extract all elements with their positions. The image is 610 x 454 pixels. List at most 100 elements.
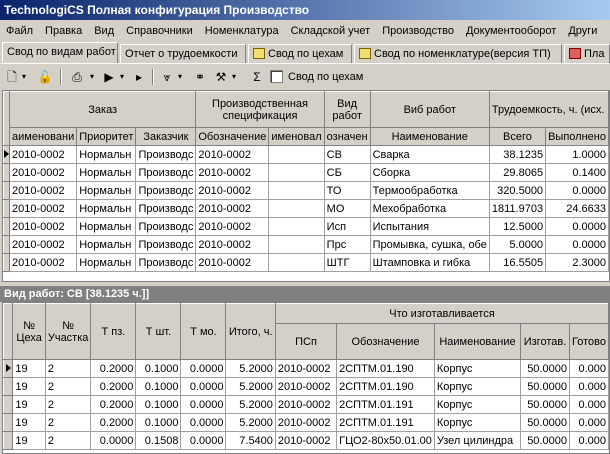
menu-warehouse[interactable]: Складской учет (285, 20, 377, 42)
open-icon[interactable]: 🔓 (34, 68, 56, 86)
table-cell[interactable] (268, 145, 325, 164)
table-cell[interactable]: Прс (323, 235, 371, 254)
menu-edit[interactable]: Правка (39, 20, 88, 42)
table-row[interactable]: 2010-0002 Нормальн Производс 2010-0002 МО Мех… (3, 199, 609, 218)
binoculars-icon[interactable]: ⚭ (190, 68, 210, 86)
column-header[interactable]: Обозначение (195, 127, 270, 146)
table-cell[interactable]: 2010-0002 (274, 431, 338, 450)
table-cell[interactable]: 0.1000 (135, 359, 182, 378)
column-header[interactable]: Заказчик (135, 127, 197, 146)
table-cell[interactable]: 50.0000 (520, 413, 570, 432)
column-header[interactable]: Т пз. (90, 303, 137, 360)
table-cell[interactable]: 29.8065 (488, 163, 547, 182)
column-header[interactable]: ПСп (274, 323, 338, 360)
table-cell[interactable] (268, 235, 325, 254)
table-cell[interactable]: 0.0000 (180, 431, 227, 450)
tools-icon[interactable]: ⚒ (212, 68, 230, 86)
table-cell[interactable]: Корпус (433, 395, 522, 414)
table-cell[interactable]: 2 (44, 377, 92, 396)
menu-production[interactable]: Производство (376, 20, 460, 42)
table-cell[interactable]: 0.2000 (90, 359, 137, 378)
table-cell[interactable]: 0.000 (568, 395, 609, 414)
column-header[interactable]: Итого, ч. (225, 303, 276, 360)
table-cell[interactable]: 0.0000 (180, 377, 227, 396)
table-cell[interactable]: 2010-0002 (9, 235, 78, 254)
table-cell[interactable]: Нормальн (76, 145, 137, 164)
table-cell[interactable]: ТО (323, 181, 371, 200)
table-cell[interactable]: 38.1235 (488, 145, 547, 164)
table-cell[interactable]: Производс (135, 145, 197, 164)
table-cell[interactable]: 19 (12, 395, 46, 414)
table-cell[interactable]: 0.0000 (180, 395, 227, 414)
table-row[interactable]: 2010-0002 Нормальн Производс 2010-0002 Исп Ис… (3, 217, 609, 236)
print-icon[interactable]: ⎙ (66, 68, 88, 86)
table-row[interactable]: 2010-0002 Нормальн Производс 2010-0002 ШТГ Шт… (3, 253, 609, 272)
table-cell[interactable]: 5.2000 (225, 359, 276, 378)
table-cell[interactable]: 2 (44, 359, 92, 378)
table-cell[interactable]: 2010-0002 (9, 253, 78, 272)
tab-plan[interactable]: Пла (564, 44, 610, 63)
table-cell[interactable]: 0.1508 (135, 431, 182, 450)
table-row[interactable]: 19 2 0.2000 0.1000 0.0000 5.2000 2010-0002 2СПТ… (3, 359, 609, 378)
table-cell[interactable]: 0.1000 (135, 395, 182, 414)
table-cell[interactable]: 2010-0002 (9, 199, 78, 218)
table-cell[interactable]: 0.000 (568, 377, 609, 396)
table-row[interactable]: 2010-0002 Нормальн Производс 2010-0002 Прс Пр… (3, 235, 609, 254)
table-cell[interactable]: 2010-0002 (195, 163, 270, 182)
table-cell[interactable]: 1811.9703 (488, 199, 547, 218)
table-cell[interactable]: 19 (12, 377, 46, 396)
table-cell[interactable]: 2010-0002 (274, 377, 338, 396)
tab-summary-shops[interactable]: Свод по цехам (248, 44, 352, 63)
table-cell[interactable]: 2.3000 (545, 253, 609, 272)
table-cell[interactable]: Корпус (433, 413, 522, 432)
row-indicator[interactable] (3, 377, 14, 396)
column-header[interactable]: Выполнено (545, 127, 609, 146)
table-cell[interactable]: Корпус (433, 359, 522, 378)
table-cell[interactable]: 0.1000 (135, 377, 182, 396)
table-cell[interactable]: 2 (44, 413, 92, 432)
table-cell[interactable]: 2010-0002 (195, 217, 270, 236)
table-cell[interactable] (268, 199, 325, 218)
table-cell[interactable]: Нормальн (76, 163, 137, 182)
row-indicator[interactable] (3, 413, 14, 432)
chevron-down-icon[interactable]: ▾ (118, 68, 126, 86)
table-cell[interactable]: Сборка (369, 163, 490, 182)
sigma-button[interactable]: Σ (250, 68, 264, 86)
table-cell[interactable]: 2010-0002 (195, 199, 270, 218)
table-cell[interactable]: Промывка, сушка, обе (369, 235, 490, 254)
table-row[interactable]: 2010-0002 Нормальн Производс 2010-0002 СБ Сбо… (3, 163, 609, 182)
table-cell[interactable]: 5.2000 (225, 413, 276, 432)
table-cell[interactable]: 50.0000 (520, 431, 570, 450)
chevron-down-icon[interactable]: ▾ (88, 68, 96, 86)
column-header[interactable]: Т шт. (135, 303, 182, 360)
menu-view[interactable]: Вид (88, 20, 120, 42)
table-cell[interactable]: Производс (135, 235, 197, 254)
table-cell[interactable]: Нормальн (76, 199, 137, 218)
table-cell[interactable]: СБ (323, 163, 371, 182)
table-cell[interactable]: 2010-0002 (9, 181, 78, 200)
table-cell[interactable]: 2 (44, 431, 92, 450)
table-cell[interactable]: 2СПТМ.01.190 (336, 359, 435, 378)
table-cell[interactable] (268, 217, 325, 236)
table-cell[interactable]: 2010-0002 (9, 217, 78, 236)
table-cell[interactable]: 19 (12, 431, 46, 450)
table-cell[interactable]: Нормальн (76, 253, 137, 272)
table-cell[interactable]: 320.5000 (488, 181, 547, 200)
table-cell[interactable]: 0.000 (568, 359, 609, 378)
table-cell[interactable] (268, 163, 325, 182)
table-cell[interactable]: 2010-0002 (9, 163, 78, 182)
table-cell[interactable]: 0.0000 (545, 181, 609, 200)
table-cell[interactable]: 2010-0002 (195, 235, 270, 254)
table-cell[interactable]: Нормальн (76, 181, 137, 200)
row-indicator[interactable] (3, 395, 14, 414)
table-cell[interactable]: Нормальн (76, 217, 137, 236)
column-header[interactable]: Т мо. (180, 303, 227, 360)
table-cell[interactable] (268, 181, 325, 200)
column-header[interactable]: Изготав. (520, 323, 570, 360)
chevron-down-icon[interactable]: ▾ (176, 68, 184, 86)
table-cell[interactable]: 2СПТМ.01.191 (336, 413, 435, 432)
table-cell[interactable]: Исп (323, 217, 371, 236)
table-cell[interactable]: ГЦО2-80x50.01.00 (336, 431, 435, 450)
table-cell[interactable]: 0.1000 (135, 413, 182, 432)
table-cell[interactable]: 50.0000 (520, 359, 570, 378)
